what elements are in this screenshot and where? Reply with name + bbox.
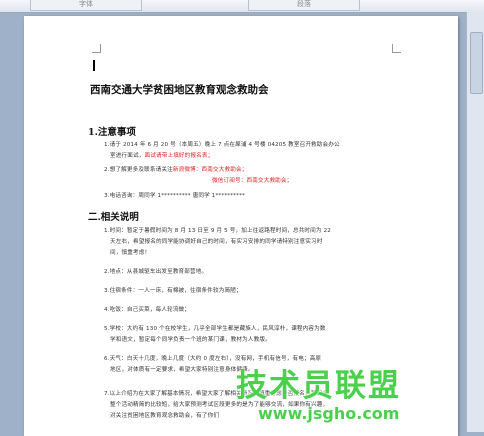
doc-line: 2.想了解更多及联系请关注新浪微博：西南交大救助会； xyxy=(104,167,248,173)
margin-corner-mark xyxy=(392,44,401,53)
doc-line: 地区，对体质有一定要求，希望大家特别注意身体健康。 xyxy=(110,367,254,373)
margin-corner-mark xyxy=(92,44,101,53)
doc-line: 3.电话咨询：周同学 1********** 唐同学 1********** xyxy=(104,193,245,199)
section-heading-notes: 1.注意事项 xyxy=(88,127,136,138)
doc-line: 2.地点：从县城驱车出发至教育部营地。 xyxy=(104,269,208,275)
doc-line: 3.住宿条件：一人一床，有棉被，住宿条件较为简陋； xyxy=(104,288,242,294)
scrollbar-thumb[interactable] xyxy=(470,32,483,94)
watermark-url: www.jsgho.com xyxy=(258,404,400,423)
doc-line: 对关注贫困地区教育观念救助会，有了你们 xyxy=(110,413,220,419)
doc-line: 微信订阅号：西南交大救助会； xyxy=(212,178,293,184)
ribbon-group-font[interactable]: 字体 xyxy=(30,0,142,11)
doc-line: 天左右，希望报名的同学能协调好自己的时间，有实习安排的同学请特别注意实习时 xyxy=(110,239,323,245)
doc-line: 学和语文，暂定每个同学负责一个班的某门课，教材为人教版。 xyxy=(110,337,271,343)
section-heading-details: 二.相关说明 xyxy=(88,212,139,223)
doc-line: 1.时间：暂定于暑假时间为 8 月 13 日至 9 月 5 号，加上往返路程时间… xyxy=(104,228,332,234)
vertical-scrollbar[interactable] xyxy=(466,12,484,432)
document-title: 西南交通大学贫困地区教育观念救助会 xyxy=(90,84,269,96)
ribbon-group-strip: 字体 段落 xyxy=(0,0,484,13)
doc-line: 4.吃饭：自己买菜，每人轮流做； xyxy=(104,307,191,313)
watermark-logo-text: 技术员联盟 xyxy=(236,368,401,404)
text-cursor xyxy=(93,60,95,71)
ribbon-group-paragraph[interactable]: 段落 xyxy=(248,0,360,11)
doc-line: 间，慎重考虑！ xyxy=(110,250,151,256)
doc-line: 1.请于 2014 年 6 月 20 号（本周五）晚上 7 点在犀浦 4 号楼 … xyxy=(104,142,340,148)
doc-line: 室进行面试，面试请带上填好的报名表； xyxy=(110,153,214,159)
doc-line: 5.学校：大约有 130 个在校学生，几乎全部学生都是藏族人，民风淳朴，课程内容… xyxy=(104,326,326,332)
